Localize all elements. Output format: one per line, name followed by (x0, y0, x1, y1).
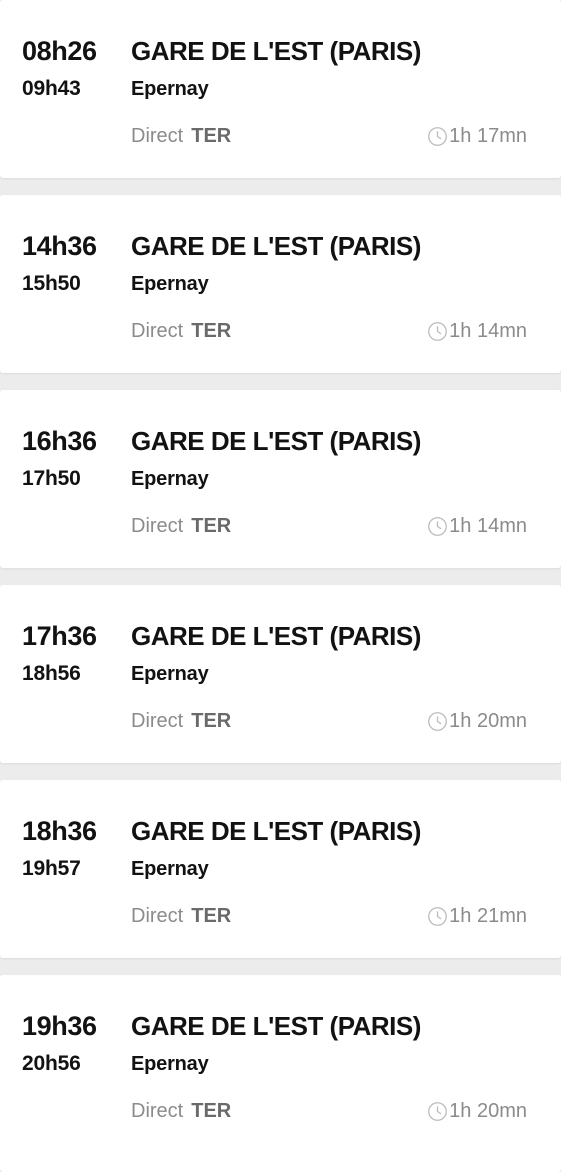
connection-label: Direct (131, 124, 184, 147)
arrival-row: 19h57 Epernay (22, 858, 545, 899)
arrival-time: 18h56 (22, 662, 81, 685)
clock-icon (427, 516, 448, 537)
duration-group: 1h 20mn (427, 1100, 545, 1123)
clock-icon (427, 321, 448, 342)
origin-station: GARE DE L'EST (PARIS) (131, 231, 421, 261)
arrival-time: 09h43 (22, 77, 81, 100)
departure-time: 08h26 (22, 36, 97, 66)
journey-card-content: 18h36 GARE DE L'EST (PARIS) 19h57 Eperna… (22, 818, 545, 933)
connection-label: Direct (131, 514, 184, 537)
clock-icon (427, 1101, 448, 1122)
origin-station: GARE DE L'EST (PARIS) (131, 36, 421, 66)
departure-row: 17h36 GARE DE L'EST (PARIS) (22, 623, 545, 663)
train-type-label: TER (191, 904, 232, 927)
journey-meta-row: Direct TER 1h 21mn (22, 899, 545, 933)
duration-group: 1h 20mn (427, 710, 545, 733)
journey-type-group: Direct TER (131, 1100, 427, 1123)
journey-type-group: Direct TER (131, 320, 427, 343)
journey-meta-row: Direct TER 1h 20mn (22, 1094, 545, 1128)
destination-station: Epernay (131, 663, 209, 685)
journey-duration: 1h 20mn (449, 709, 527, 732)
journey-card-5[interactable]: 18h36 GARE DE L'EST (PARIS) 19h57 Eperna… (0, 780, 561, 958)
train-type-label: TER (191, 124, 232, 147)
destination-station: Epernay (131, 78, 209, 100)
arrival-row: 18h56 Epernay (22, 663, 545, 704)
journey-duration: 1h 14mn (449, 514, 527, 537)
clock-icon (427, 126, 448, 147)
train-type-label: TER (191, 709, 232, 732)
journey-type-group: Direct TER (131, 710, 427, 733)
journey-card-3[interactable]: 16h36 GARE DE L'EST (PARIS) 17h50 Eperna… (0, 390, 561, 568)
arrival-time: 15h50 (22, 272, 81, 295)
connection-label: Direct (131, 904, 184, 927)
train-type-label: TER (191, 514, 232, 537)
journey-type-group: Direct TER (131, 515, 427, 538)
destination-station: Epernay (131, 1053, 209, 1075)
departure-time: 14h36 (22, 231, 97, 261)
departure-row: 14h36 GARE DE L'EST (PARIS) (22, 233, 545, 273)
origin-station: GARE DE L'EST (PARIS) (131, 1011, 421, 1041)
duration-group: 1h 17mn (427, 125, 545, 148)
departure-time: 17h36 (22, 621, 97, 651)
journey-type-group: Direct TER (131, 125, 427, 148)
arrival-row: 17h50 Epernay (22, 468, 545, 509)
departure-time: 19h36 (22, 1011, 97, 1041)
connection-label: Direct (131, 1099, 184, 1122)
journey-card-content: 08h26 GARE DE L'EST (PARIS) 09h43 Eperna… (22, 38, 545, 153)
journey-duration: 1h 17mn (449, 124, 527, 147)
journey-card-content: 14h36 GARE DE L'EST (PARIS) 15h50 Eperna… (22, 233, 545, 348)
journey-duration: 1h 21mn (449, 904, 527, 927)
destination-station: Epernay (131, 273, 209, 295)
journey-card-content: 19h36 GARE DE L'EST (PARIS) 20h56 Eperna… (22, 1013, 545, 1128)
departure-row: 16h36 GARE DE L'EST (PARIS) (22, 428, 545, 468)
departure-time: 16h36 (22, 426, 97, 456)
destination-station: Epernay (131, 468, 209, 490)
journey-card-4[interactable]: 17h36 GARE DE L'EST (PARIS) 18h56 Eperna… (0, 585, 561, 763)
arrival-row: 20h56 Epernay (22, 1053, 545, 1094)
arrival-row: 15h50 Epernay (22, 273, 545, 314)
train-type-label: TER (191, 1099, 232, 1122)
journey-card-content: 16h36 GARE DE L'EST (PARIS) 17h50 Eperna… (22, 428, 545, 543)
journey-duration: 1h 14mn (449, 319, 527, 342)
journey-card-1[interactable]: 08h26 GARE DE L'EST (PARIS) 09h43 Eperna… (0, 0, 561, 178)
departure-row: 19h36 GARE DE L'EST (PARIS) (22, 1013, 545, 1053)
journey-results-list: 08h26 GARE DE L'EST (PARIS) 09h43 Eperna… (0, 0, 561, 1172)
departure-time: 18h36 (22, 816, 97, 846)
connection-label: Direct (131, 319, 184, 342)
arrival-row: 09h43 Epernay (22, 78, 545, 119)
duration-group: 1h 21mn (427, 905, 545, 928)
journey-card-content: 17h36 GARE DE L'EST (PARIS) 18h56 Eperna… (22, 623, 545, 738)
arrival-time: 19h57 (22, 857, 81, 880)
journey-card-2[interactable]: 14h36 GARE DE L'EST (PARIS) 15h50 Eperna… (0, 195, 561, 373)
journey-type-group: Direct TER (131, 905, 427, 928)
departure-row: 08h26 GARE DE L'EST (PARIS) (22, 38, 545, 78)
train-type-label: TER (191, 319, 232, 342)
connection-label: Direct (131, 709, 184, 732)
journey-card-6[interactable]: 19h36 GARE DE L'EST (PARIS) 20h56 Eperna… (0, 975, 561, 1172)
clock-icon (427, 711, 448, 732)
departure-row: 18h36 GARE DE L'EST (PARIS) (22, 818, 545, 858)
arrival-time: 20h56 (22, 1052, 81, 1075)
journey-duration: 1h 20mn (449, 1099, 527, 1122)
clock-icon (427, 906, 448, 927)
origin-station: GARE DE L'EST (PARIS) (131, 816, 421, 846)
duration-group: 1h 14mn (427, 515, 545, 538)
journey-meta-row: Direct TER 1h 14mn (22, 509, 545, 543)
destination-station: Epernay (131, 858, 209, 880)
origin-station: GARE DE L'EST (PARIS) (131, 621, 421, 651)
duration-group: 1h 14mn (427, 320, 545, 343)
journey-meta-row: Direct TER 1h 14mn (22, 314, 545, 348)
arrival-time: 17h50 (22, 467, 81, 490)
journey-meta-row: Direct TER 1h 17mn (22, 119, 545, 153)
origin-station: GARE DE L'EST (PARIS) (131, 426, 421, 456)
journey-meta-row: Direct TER 1h 20mn (22, 704, 545, 738)
